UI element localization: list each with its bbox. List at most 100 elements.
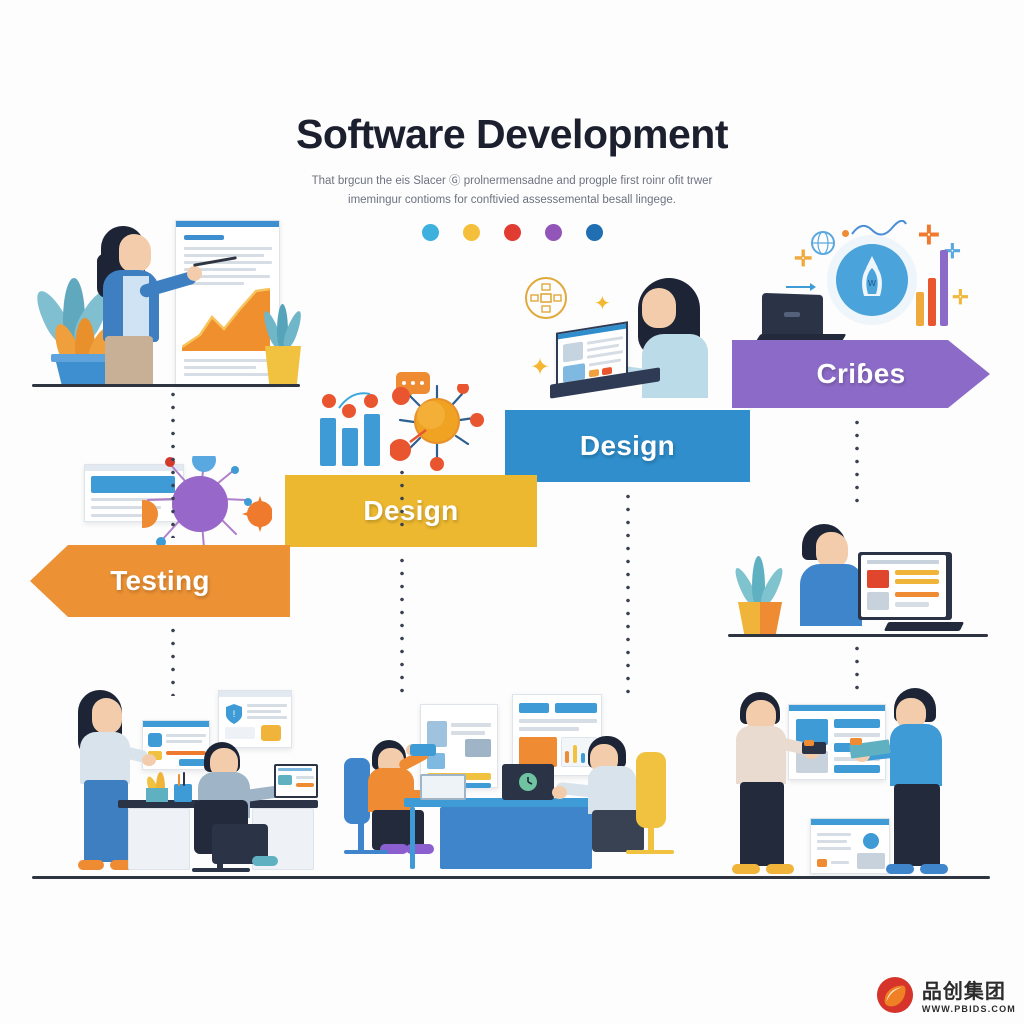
monitor-tab-blue <box>519 703 549 713</box>
woman3-head <box>92 698 122 734</box>
dot-blue <box>585 224 603 242</box>
infographic-poster: Software Development That brgcun the eis… <box>0 0 1024 1024</box>
monitor-line <box>519 727 579 731</box>
mini-bar-red <box>928 278 936 326</box>
card-badge-gold <box>261 725 281 741</box>
woman3-top <box>80 732 130 784</box>
watermark-logo-icon <box>876 976 913 1013</box>
monitor-thumb-red <box>867 570 889 588</box>
stage-banner-cribes[interactable]: Criɓes <box>732 340 990 408</box>
analytics-icons-scene <box>312 370 487 475</box>
certification-badge-laptop-scene: ✛ ✛ ✛ ✛ w <box>755 212 1008 352</box>
chair-right-post <box>648 824 654 852</box>
laptop-screen-thumb <box>563 341 583 363</box>
card-line <box>247 704 287 707</box>
connector-line-6 <box>855 416 859 510</box>
plant-pot-shade <box>760 602 782 634</box>
man-head <box>816 532 848 568</box>
monitor-line-yellow <box>895 570 939 575</box>
card-bar-blue <box>834 719 880 728</box>
monitor-mini-bar <box>565 751 569 763</box>
card-line <box>817 833 851 836</box>
man-at-desktop-scene <box>730 512 980 637</box>
small-plant-pot-yellow <box>265 346 301 386</box>
stage-banner-design-blue[interactable]: Design <box>505 410 750 482</box>
bar-chart-bar-1 <box>320 418 336 466</box>
monitor-line <box>451 723 491 727</box>
laptop2-line <box>296 776 314 779</box>
man4-tablet-accent <box>850 738 862 745</box>
card-top-bar <box>219 691 291 697</box>
man3-shoe <box>766 864 794 874</box>
woman3-jeans <box>84 780 128 862</box>
board-text-line <box>184 359 272 362</box>
laptop-screen-line <box>587 350 623 359</box>
connector-line-3 <box>400 466 404 534</box>
chair-left-post <box>358 820 364 852</box>
monitor-tab-blue <box>555 703 597 713</box>
woman-presenting-chart-scene <box>30 218 315 388</box>
stage-banner-testing[interactable]: Testing <box>30 545 290 617</box>
monitor-line-gray <box>895 602 929 607</box>
svg-text:!: ! <box>233 709 236 719</box>
bar-chart-dot-1 <box>322 394 336 408</box>
dev-desk-panel <box>440 807 592 869</box>
shield-icon: ! <box>226 704 242 724</box>
monitor-line-orange <box>895 592 939 597</box>
pen <box>183 772 185 786</box>
dot-yellow <box>462 224 480 242</box>
mini-bar-purple <box>940 250 948 326</box>
card-chip-orange <box>166 751 206 755</box>
office-desk-pair-scene: ! <box>62 684 324 880</box>
card-top-bar <box>811 819 889 825</box>
stage-label-design-blue: Design <box>579 430 676 461</box>
woman-skirt <box>105 336 153 386</box>
sparkle-icon: ✦ <box>530 354 551 381</box>
desk-plant-pot <box>146 788 168 802</box>
woman-hand <box>187 266 202 281</box>
connector-line-4 <box>400 554 404 698</box>
woman3-hand <box>142 754 156 766</box>
dot-red <box>503 224 521 242</box>
man3-shoe <box>732 864 760 874</box>
subtitle-line-2: imemingur contioms for conftivied assess… <box>348 194 676 207</box>
woman2-torso <box>642 334 708 398</box>
card-line <box>831 861 849 864</box>
monitor-mini-bar <box>581 753 585 763</box>
connector-line-5 <box>626 490 630 696</box>
stage-banner-design-yellow[interactable]: Design <box>285 475 537 547</box>
watermark-brand: 品创集团 <box>921 981 1006 1003</box>
board-text-line <box>184 254 264 257</box>
dev-desk-leg <box>410 807 415 869</box>
board-area-chart <box>182 287 271 351</box>
card-line <box>834 733 880 737</box>
chair-left-blue <box>344 758 370 824</box>
card-chip-orange <box>817 859 827 867</box>
monitor-line-yellow <box>895 579 939 584</box>
man3-torso <box>736 726 786 784</box>
radial-network-icon <box>390 384 484 471</box>
watermark-url: WWW.PBIDS.COM <box>921 1004 1016 1014</box>
card-line <box>247 716 287 719</box>
man4-shoe <box>920 864 948 874</box>
chair-right-base <box>626 850 674 854</box>
dot-purple <box>544 224 562 242</box>
card-avatar-blue <box>863 833 879 849</box>
woman-with-laptop-scene: ✦ ✦ <box>516 272 741 414</box>
laptop2-chip-orange <box>296 783 314 787</box>
subtitle-line-1: That brgcun the eis Slacer Ⓖ prolnermens… <box>311 175 713 188</box>
bar-chart-bar-3 <box>364 414 380 466</box>
man4-legs <box>894 784 940 866</box>
plus-icon: ✛ <box>918 220 940 250</box>
sparkle-icon: ✦ <box>594 293 611 315</box>
mini-bar-orange <box>916 292 924 326</box>
card-line <box>166 740 202 743</box>
monitor-line <box>519 719 597 723</box>
page-title: Software Development <box>296 111 729 157</box>
board-heading <box>184 235 224 240</box>
man4-shoe <box>886 864 914 874</box>
man2-shoe <box>252 856 278 866</box>
card-button-blue <box>179 759 205 766</box>
card-bar-blue <box>834 765 880 773</box>
ground-line-mid-right <box>728 634 988 637</box>
